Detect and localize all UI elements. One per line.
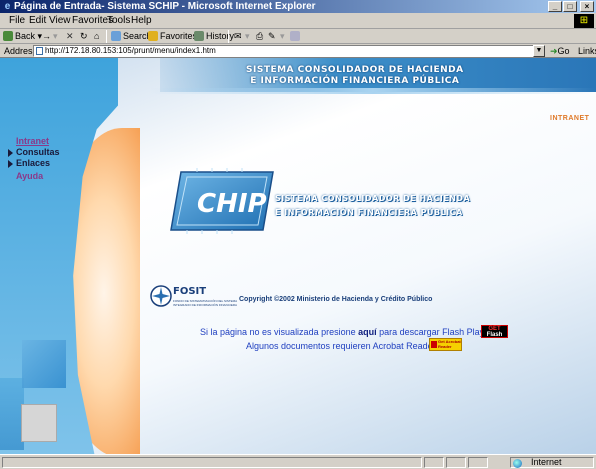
toolbar: Back ▾ → ▾ ✕ ↻ ⌂ Search Favorites Histor… [0,29,596,44]
page-icon [36,47,43,55]
internet-explorer-icon: e [4,1,11,12]
fosit-name: FOSIT [173,286,207,297]
get-acrobat-badge[interactable]: Get Acrobat Reader [429,338,462,351]
minimize-button[interactable]: _ [548,1,562,12]
nav-item-ayuda[interactable]: Ayuda [16,171,43,182]
nav-arrow-icon [8,160,13,168]
title-bar: e Página de Entrada- Sistema SCHIP - Mic… [0,0,596,13]
mail-button[interactable]: ✉ [234,30,242,43]
fosit-logo-icon [150,285,172,307]
toolbar-separator [106,30,107,43]
forward-button[interactable]: → [42,30,51,43]
nav-item-intranet[interactable]: Intranet [16,136,49,147]
intranet-tag: INTRANET [550,115,590,122]
flash-download-link[interactable]: aquí [358,327,377,337]
close-button[interactable]: × [580,1,594,12]
nav-item-consultas[interactable]: Consultas [16,147,60,158]
decorative-square [21,404,57,442]
window-title: Página de Entrada- Sistema SCHIP - Micro… [14,1,316,12]
nav-arrow-icon [8,149,13,157]
status-bar: Internet [0,454,596,469]
menu-bar: File Edit View Favorites Tools Help ⊞ [0,13,596,29]
page-content: SISTEMA CONSOLIDADOR DE HACIENDA E INFOR… [0,58,596,454]
chip-logo-text: CHIP [197,189,267,219]
refresh-button[interactable]: ↻ [80,30,88,43]
favorites-icon [148,31,158,41]
copyright-text: Copyright ©2002 Ministerio de Hacienda y… [239,296,433,303]
forward-dropdown-icon[interactable]: ▾ [53,30,58,43]
acrobat-reader-link[interactable]: Algunos documentos requieren Acrobat Rea… [246,341,436,351]
menu-file[interactable]: File [9,15,25,27]
windows-logo-icon: ⊞ [574,14,594,28]
fosit-subtitle: FONDO DE SISTEMATIZACIÓN DEL SISTEMA INT… [173,299,238,307]
edit-dropdown-icon[interactable]: ▾ [280,30,285,43]
address-url: http://172.18.80.153:105/prunt/menu/inde… [45,46,216,55]
history-icon [194,31,204,41]
edit-button[interactable]: ✎ [268,30,276,43]
menu-tools[interactable]: Tools [107,15,130,27]
go-button[interactable]: ➜Go [550,45,570,57]
internet-zone-globe-icon [513,459,522,468]
status-extra-cell [468,457,488,468]
favorites-button[interactable]: Favorites [148,30,197,43]
stop-button[interactable]: ✕ [66,30,74,43]
chip-logo: CHIP [170,168,274,234]
menu-edit[interactable]: Edit [29,15,46,27]
maximize-button[interactable]: □ [563,1,577,12]
search-button[interactable]: Search [111,30,152,43]
header-title: SISTEMA CONSOLIDADOR DE HACIENDA E INFOR… [246,65,464,86]
address-bar: Address http://172.18.80.153:105/prunt/m… [0,44,596,58]
status-zone: Internet [510,457,594,468]
status-message [2,457,422,468]
decorative-light-bar [150,88,596,94]
flash-download-line: Si la página no es visualizada presione … [200,327,493,337]
menu-view[interactable]: View [49,15,71,27]
mail-dropdown-icon[interactable]: ▾ [245,30,250,43]
status-security-cell [446,457,466,468]
print-button[interactable]: ⎙ [256,30,263,43]
search-icon [111,31,121,41]
toolbar-separator [228,30,229,43]
nav-item-enlaces[interactable]: Enlaces [16,158,50,169]
decorative-square [22,340,66,388]
status-progress-cell [424,457,444,468]
go-arrow-icon: ➜ [550,46,558,56]
home-button[interactable]: ⌂ [94,30,99,43]
discuss-icon [290,31,300,41]
back-button[interactable]: Back ▾ [3,30,42,43]
address-dropdown-button[interactable]: ▼ [533,45,545,57]
menu-help[interactable]: Help [131,15,152,27]
get-flash-badge[interactable]: GET Flash [481,325,508,338]
chip-system-name: SISTEMA CONSOLIDADOR DE HACIENDA E INFOR… [275,194,471,217]
back-arrow-icon [3,31,13,41]
discuss-button[interactable] [290,30,302,43]
address-input[interactable]: http://172.18.80.153:105/prunt/menu/inde… [33,45,545,57]
links-button[interactable]: Links [578,45,596,57]
